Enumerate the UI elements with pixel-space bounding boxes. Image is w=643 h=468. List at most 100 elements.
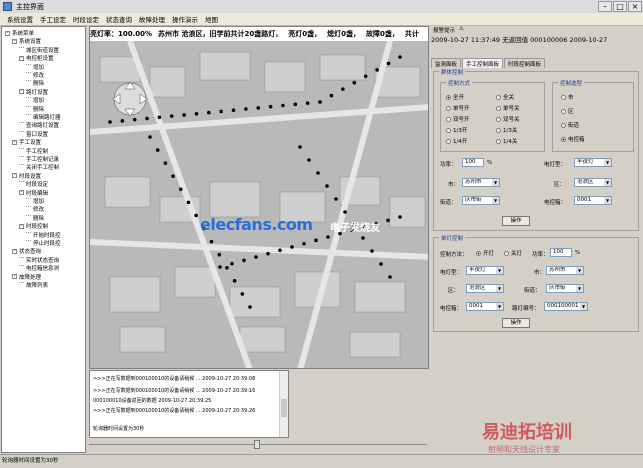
tree-node[interactable]: 修改 [26, 205, 44, 213]
street-light-marker[interactable] [343, 210, 347, 214]
tree-node[interactable]: 手工控制记录 [19, 155, 59, 163]
tree-node[interactable]: - 状态查询 [12, 247, 41, 255]
tree-node[interactable]: 增加 [26, 197, 44, 205]
single-city-select[interactable]: 苏州市 ▼ [546, 266, 584, 275]
lamp-type-select[interactable]: 半夜灯 ▼ [574, 158, 612, 167]
street-light-marker[interactable] [148, 135, 152, 139]
expand-icon[interactable]: - [12, 139, 17, 145]
mode-radio[interactable]: 全开 [446, 93, 464, 101]
type-radio[interactable]: 电控箱 [561, 135, 585, 143]
radio-on[interactable]: 开灯 [476, 249, 494, 257]
menu-item-6[interactable]: 地图 [205, 14, 218, 24]
menu-item-0[interactable]: 系统设置 [7, 14, 33, 24]
street-light-marker[interactable] [171, 174, 175, 179]
single-box-select[interactable]: 0001 ▼ [466, 302, 504, 311]
tree-node[interactable]: 删除 [26, 105, 44, 113]
tree-node[interactable]: 删除 [26, 214, 44, 222]
expand-icon[interactable]: - [19, 190, 24, 196]
tree-node[interactable]: - 系统菜单 [5, 29, 34, 37]
single-district-select[interactable]: 沧浪区 ▼ [466, 284, 504, 293]
street-light-marker[interactable] [163, 161, 168, 165]
street-light-marker[interactable] [386, 61, 391, 66]
lamp-no-select[interactable]: 000100001 ▼ [544, 302, 588, 311]
street-light-marker[interactable] [182, 113, 186, 117]
street-light-marker[interactable] [155, 148, 160, 152]
mode-radio[interactable]: 1/4关 [496, 137, 517, 145]
street-light-marker[interactable] [178, 187, 183, 192]
street-light-marker[interactable] [232, 279, 237, 283]
batch-execute-button[interactable]: 操作 [502, 216, 530, 226]
type-radio[interactable]: 市 [561, 93, 574, 101]
mode-radio[interactable]: 1/3关 [496, 126, 517, 134]
street-light-marker[interactable] [209, 239, 214, 244]
street-light-marker[interactable] [363, 74, 368, 79]
expand-icon[interactable]: - [12, 173, 17, 179]
street-light-marker[interactable] [225, 265, 229, 270]
street-select[interactable]: 庆市街 ▼ [462, 196, 500, 205]
street-light-marker[interactable] [157, 115, 162, 120]
street-light-marker[interactable] [248, 305, 252, 309]
street-light-marker[interactable] [218, 265, 222, 269]
street-light-marker[interactable] [314, 238, 318, 243]
log-panel[interactable]: >>>正在写数据到000100010的设备请稍候 ... 2009-10-27 … [89, 370, 289, 438]
street-light-marker[interactable] [256, 106, 261, 110]
tree-node[interactable]: 手工控制 [19, 147, 48, 155]
tree-node[interactable]: 电控箱信息浏 [19, 264, 59, 272]
maximize-icon[interactable]: □ [613, 1, 627, 12]
tree-node[interactable]: 停止时段控 [26, 239, 61, 247]
street-light-marker[interactable] [370, 249, 374, 253]
street-light-marker[interactable] [244, 107, 248, 111]
street-light-marker[interactable] [120, 119, 125, 123]
tree-node[interactable]: 编辑路灯器 [26, 113, 61, 121]
map-slider[interactable] [89, 440, 427, 450]
city-select[interactable]: 苏州市 ▼ [462, 178, 500, 187]
expand-icon[interactable]: - [5, 30, 10, 36]
expand-icon[interactable]: - [19, 223, 24, 229]
minimize-icon[interactable]: – [598, 1, 612, 12]
street-light-marker[interactable] [307, 158, 311, 162]
street-light-marker[interactable] [326, 235, 330, 239]
menu-item-2[interactable]: 时段设定 [73, 14, 99, 24]
tree-node[interactable]: 关闭手工控制 [19, 163, 59, 171]
street-light-marker[interactable] [316, 171, 320, 175]
expand-icon[interactable]: - [12, 274, 17, 280]
tree-node[interactable]: 开始时段控 [26, 231, 61, 239]
street-light-marker[interactable] [398, 55, 402, 59]
tab-0[interactable]: 监测面板 [431, 58, 462, 68]
street-light-marker[interactable] [108, 120, 112, 124]
radio-off[interactable]: 关灯 [504, 249, 522, 257]
mode-radio[interactable]: 1/4开 [446, 137, 467, 145]
street-light-marker[interactable] [281, 103, 285, 108]
type-radio[interactable]: 街道 [561, 121, 579, 129]
menu-item-5[interactable]: 操作演示 [172, 14, 198, 24]
street-light-marker[interactable] [266, 251, 270, 256]
log-scrollbar[interactable] [279, 371, 288, 437]
expand-icon[interactable]: - [19, 89, 24, 95]
tree-node[interactable]: - 手工设置 [12, 138, 41, 146]
street-light-marker[interactable] [388, 275, 392, 279]
street-light-marker[interactable] [217, 252, 222, 257]
street-light-marker[interactable] [240, 292, 245, 296]
street-light-marker[interactable] [293, 102, 298, 107]
street-light-marker[interactable] [379, 262, 383, 266]
street-light-marker[interactable] [194, 213, 198, 218]
tree-node[interactable]: - 时段控制 [19, 222, 48, 230]
tree-node[interactable]: - 时段设置 [12, 172, 41, 180]
street-light-marker[interactable] [290, 245, 294, 249]
street-light-marker[interactable] [329, 93, 334, 98]
tree-node[interactable]: - 故障处理 [12, 273, 41, 281]
street-light-marker[interactable] [305, 101, 310, 105]
street-light-marker[interactable] [132, 117, 137, 122]
mode-radio[interactable]: 1/3开 [446, 126, 467, 134]
tree-node[interactable]: 窗口设置 [19, 130, 48, 138]
tree-node[interactable]: 增加 [26, 63, 44, 71]
street-light-marker[interactable] [207, 110, 211, 115]
tree-node[interactable]: 实时状态查询 [19, 256, 59, 264]
street-light-marker[interactable] [398, 215, 402, 219]
power-input[interactable]: 100 [462, 158, 484, 167]
city-map[interactable] [90, 27, 429, 369]
map-panel[interactable]: 亮灯率：100.00% 苏州市 沧浪区，旧学前共计20盏路灯， 亮灯0盏， 熄灯0盏，… [89, 26, 429, 369]
menu-item-1[interactable]: 手工设定 [40, 14, 66, 24]
single-lamp-type-select[interactable]: 半夜灯 ▼ [466, 266, 504, 275]
tree-node[interactable]: - 系统设置 [12, 37, 41, 45]
